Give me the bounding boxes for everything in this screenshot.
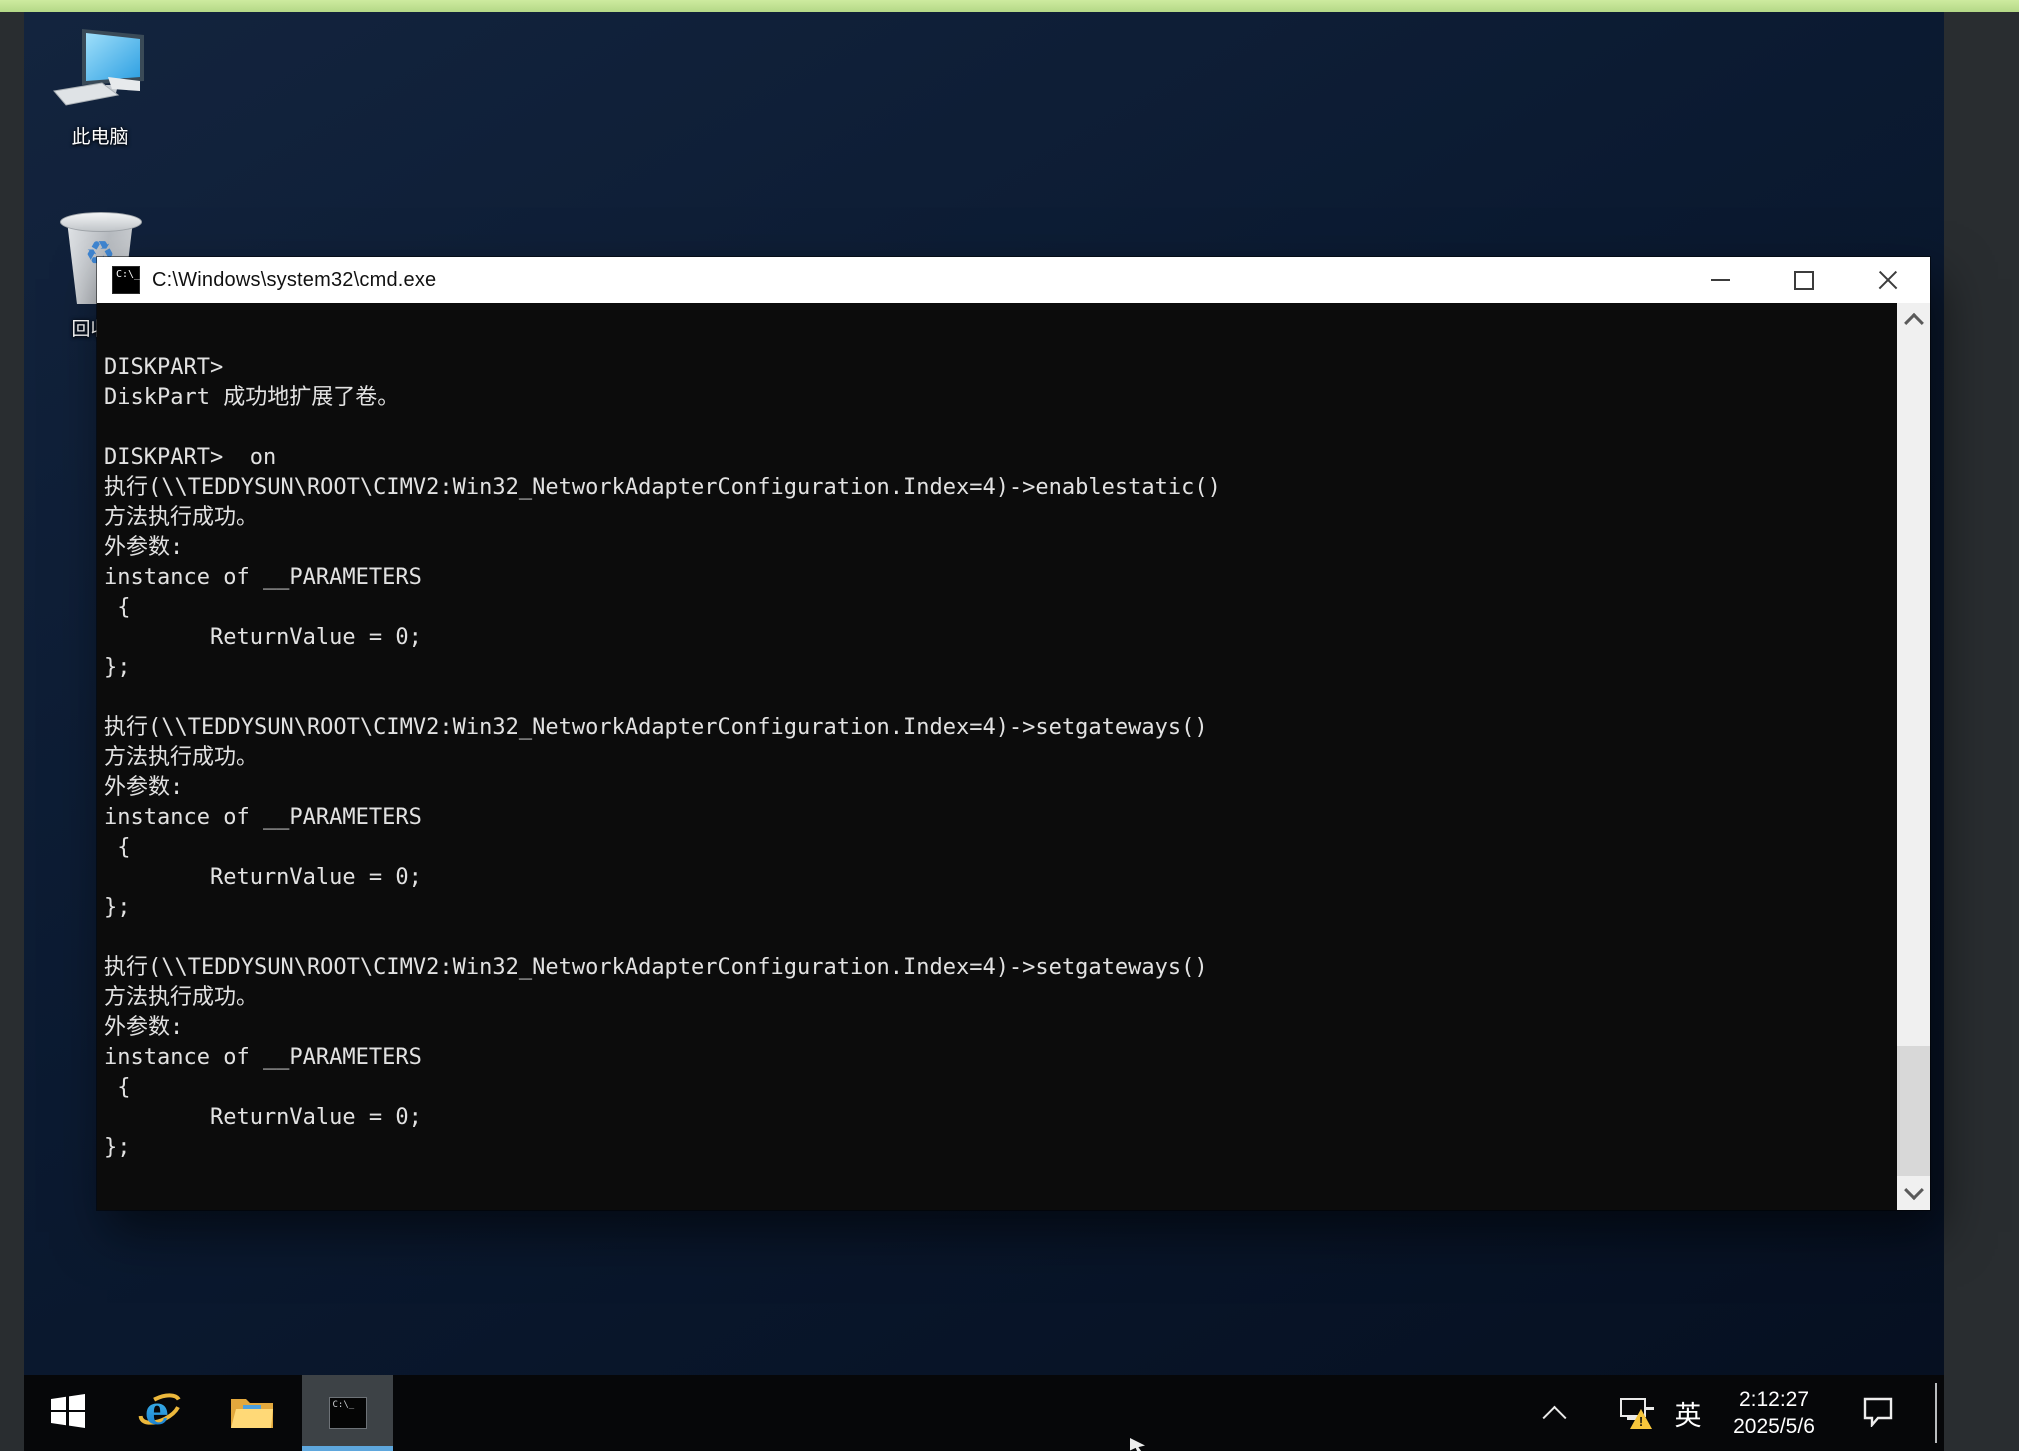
tray-time: 2:12:27 xyxy=(1738,1388,1810,1411)
terminal-scrollbar[interactable] xyxy=(1897,303,1930,1210)
desktop-icon-this-pc[interactable]: 此电脑 xyxy=(40,27,160,149)
minimize-icon xyxy=(1710,279,1730,281)
maximize-icon xyxy=(1794,270,1814,290)
scroll-up-button[interactable] xyxy=(1897,303,1930,337)
taskbar-explorer-button[interactable] xyxy=(216,1375,288,1451)
svg-text:e: e xyxy=(145,1388,169,1433)
minimize-button[interactable] xyxy=(1678,257,1762,303)
tray-ime-indicator[interactable]: 英 xyxy=(1666,1375,1710,1451)
scrollbar-thumb[interactable] xyxy=(1897,1046,1930,1176)
desktop-icon-label: 此电脑 xyxy=(71,127,129,148)
file-explorer-icon xyxy=(229,1392,275,1435)
network-warning-icon: ! xyxy=(1618,1395,1658,1431)
active-app-indicator xyxy=(302,1446,393,1451)
close-button[interactable] xyxy=(1846,257,1930,303)
cmd-taskbar-icon: C:\_ xyxy=(328,1397,367,1429)
tray-show-hidden-icons[interactable] xyxy=(1534,1375,1574,1451)
window-title: C:\Windows\system32\cmd.exe xyxy=(152,268,437,291)
tray-network-button[interactable]: ! xyxy=(1612,1375,1664,1451)
maximize-button[interactable] xyxy=(1762,257,1846,303)
action-center-button[interactable] xyxy=(1852,1375,1904,1451)
taskbar-ie-button[interactable]: e xyxy=(124,1375,196,1451)
tray-date: 2025/5/6 xyxy=(1733,1415,1815,1438)
vm-viewer-frame: 此电脑 ♻ 回收站 C:\_ C:\Windows\system32\cmd.e… xyxy=(0,0,2019,1451)
tray-clock[interactable]: 2:12:27 2025/5/6 xyxy=(1714,1375,1834,1451)
viewer-top-border xyxy=(0,0,2019,12)
cmd-prompt-icon: C:\_ xyxy=(112,266,140,294)
remote-desktop-screen: 此电脑 ♻ 回收站 C:\_ C:\Windows\system32\cmd.e… xyxy=(24,12,1944,1451)
this-pc-icon xyxy=(48,27,152,116)
chevron-down-icon xyxy=(1903,1180,1924,1201)
window-controls xyxy=(1678,257,1930,303)
windows-logo-icon xyxy=(49,1392,87,1435)
chevron-up-icon xyxy=(1541,1405,1567,1430)
taskbar: e C:\_ ! 英 2:12:27 2025/5/6 xyxy=(24,1375,1944,1451)
chevron-up-icon xyxy=(1903,312,1924,333)
terminal-output[interactable]: DISKPART> DiskPart 成功地扩展了卷。 DISKPART> on 执… xyxy=(97,303,1930,1210)
cmd-titlebar[interactable]: C:\_ C:\Windows\system32\cmd.exe xyxy=(97,257,1930,303)
show-desktop-strip[interactable] xyxy=(1935,1383,1937,1443)
cmd-window: C:\_ C:\Windows\system32\cmd.exe DISKPAR… xyxy=(97,257,1930,1210)
internet-explorer-icon: e xyxy=(137,1388,183,1439)
start-button[interactable] xyxy=(32,1375,104,1451)
taskbar-cmd-button[interactable]: C:\_ xyxy=(302,1375,393,1451)
close-icon xyxy=(1877,269,1899,291)
scroll-down-button[interactable] xyxy=(1897,1176,1930,1210)
action-center-icon xyxy=(1861,1395,1895,1432)
